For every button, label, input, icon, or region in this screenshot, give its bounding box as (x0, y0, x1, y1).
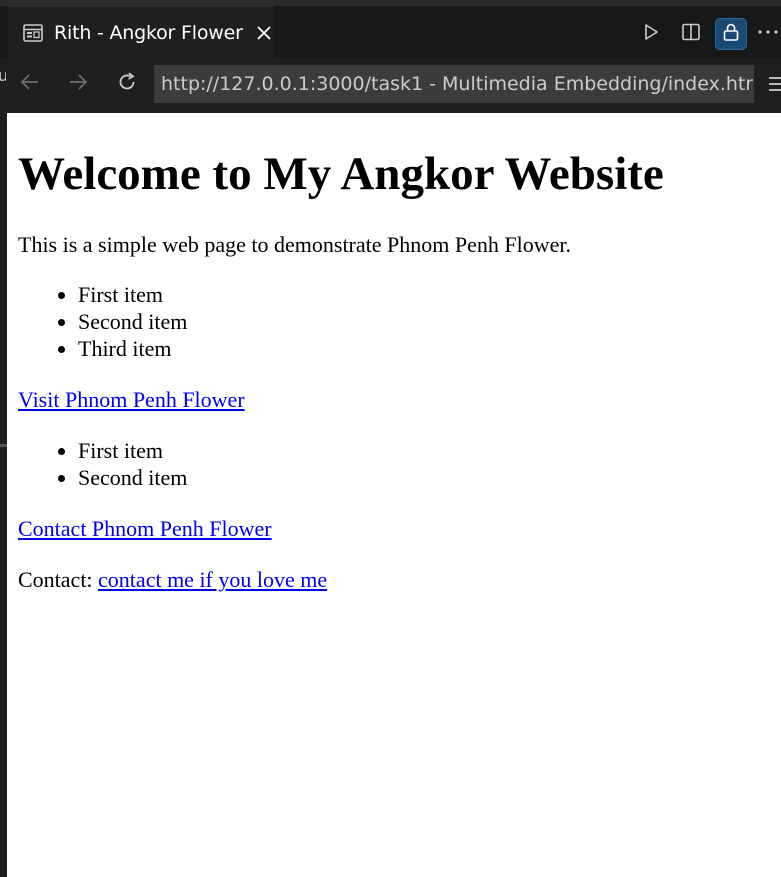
list-item: Second item (78, 464, 781, 491)
web-page-viewport: Welcome to My Angkor Website This is a s… (7, 113, 781, 877)
address-url: http://127.0.0.1:3000/task1 - Multimedia… (161, 73, 754, 95)
forward-button[interactable] (62, 68, 94, 100)
contact-email-link[interactable]: contact me if you love me (98, 567, 327, 592)
contact-label: Contact: (18, 567, 99, 592)
close-icon[interactable] (255, 24, 273, 42)
page-content: Welcome to My Angkor Website This is a s… (7, 147, 781, 593)
menu-button[interactable] (767, 72, 781, 96)
reload-icon (116, 71, 138, 98)
list-item: First item (78, 281, 781, 308)
tab-bar: Rith - Angkor Flower (0, 6, 781, 58)
visit-link-paragraph: Visit Phnom Penh Flower (18, 386, 781, 413)
item-list-2: First item Second item (18, 437, 781, 491)
item-list-1: First item Second item Third item (18, 281, 781, 362)
list-item: Second item (78, 308, 781, 335)
tab-title: Rith - Angkor Flower (54, 21, 243, 44)
back-button[interactable] (14, 68, 46, 100)
tab-preview[interactable]: Rith - Angkor Flower (8, 6, 274, 58)
list-item: First item (78, 437, 781, 464)
page-heading: Welcome to My Angkor Website (18, 148, 664, 200)
forward-arrow-icon (67, 71, 89, 98)
left-panel-edge: u (0, 58, 8, 877)
visit-link[interactable]: Visit Phnom Penh Flower (18, 387, 245, 412)
address-bar[interactable]: http://127.0.0.1:3000/task1 - Multimedia… (154, 65, 754, 103)
contact-link-paragraph: Contact Phnom Penh Flower (18, 515, 781, 542)
lock-button[interactable] (715, 18, 747, 50)
back-arrow-icon (19, 71, 41, 98)
left-edge-marker (0, 444, 7, 447)
tab-bar-actions (627, 18, 781, 50)
list-item: Third item (78, 335, 781, 362)
browser-preview-icon (22, 22, 44, 44)
contact-line: Contact: contact me if you love me (18, 566, 781, 593)
run-button[interactable] (635, 18, 667, 50)
intro-text: This is a simple web page to demonstrate… (18, 232, 571, 257)
split-editor-icon (681, 22, 701, 47)
navigation-bar: http://127.0.0.1:3000/task1 - Multimedia… (6, 58, 781, 110)
contact-link[interactable]: Contact Phnom Penh Flower (18, 516, 272, 541)
menu-icon (767, 77, 781, 100)
split-editor-button[interactable] (675, 18, 707, 50)
more-actions-button[interactable] (755, 18, 781, 50)
play-icon (641, 22, 661, 47)
lock-icon (721, 22, 741, 47)
more-actions-icon (757, 22, 779, 47)
reload-button[interactable] (111, 68, 143, 100)
